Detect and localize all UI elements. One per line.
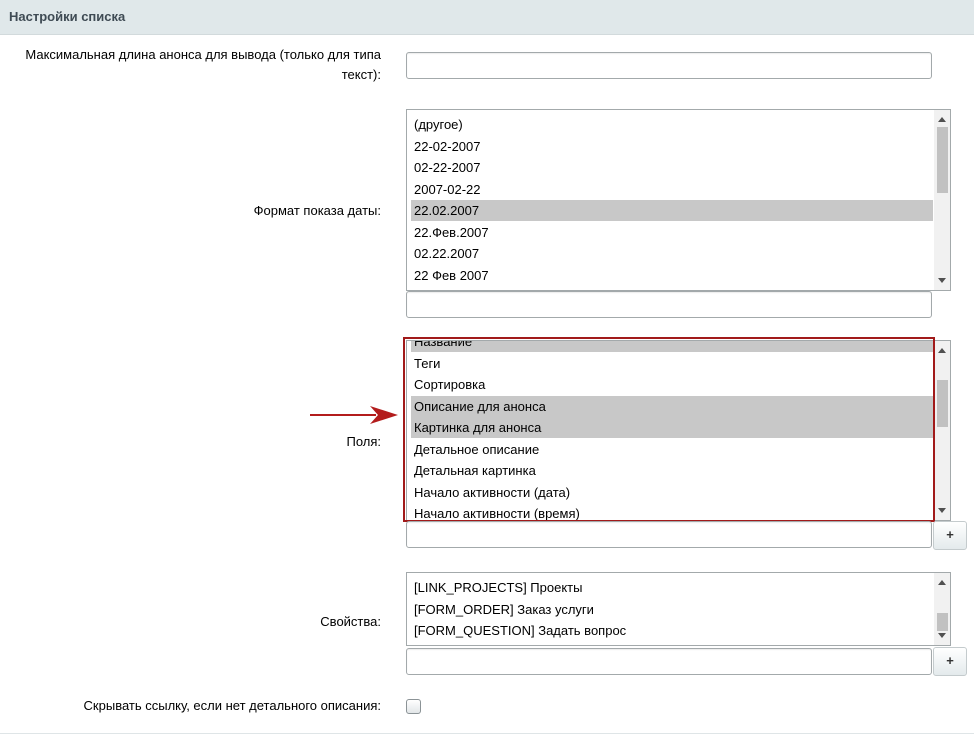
list-option[interactable]: (другое) (411, 114, 933, 135)
date-format-select[interactable]: 22 Фев 2007 02.22.2007 22.Фев.2007 22.02.20… (406, 109, 951, 291)
scroll-up-icon[interactable] (938, 348, 946, 353)
scroll-down-icon[interactable] (938, 508, 946, 513)
max-length-label: Максимальная длина анонса для вывода (то… (25, 47, 381, 82)
scroll-thumb[interactable] (937, 127, 948, 193)
scroll-up-icon[interactable] (938, 580, 946, 585)
properties-label: Свойства: (320, 614, 381, 629)
properties-scrollbar[interactable] (934, 573, 950, 645)
properties-select[interactable]: [FORM_QUESTION] Задать вопрос [FORM_ORDER… (406, 572, 951, 646)
list-option[interactable]: 22-02-2007 (411, 136, 933, 157)
fields-label: Поля: (346, 434, 381, 449)
list-option[interactable]: [FORM_ORDER] Заказ услуги (411, 599, 933, 620)
arrow-right-icon (310, 406, 398, 424)
divider (0, 733, 974, 734)
fields-input[interactable] (406, 521, 932, 548)
date-format-scrollbar[interactable] (934, 110, 950, 290)
list-option[interactable]: 02-22-2007 (411, 157, 933, 178)
list-option[interactable]: 02.22.2007 (411, 243, 933, 264)
section-title: Настройки списка (0, 0, 974, 35)
list-option[interactable]: 22 Фев 2007 (411, 265, 933, 286)
scroll-down-icon[interactable] (938, 633, 946, 638)
hide-link-label: Скрывать ссылку, если нет детального опи… (83, 698, 381, 713)
list-option[interactable]: [FORM_QUESTION] Задать вопрос (411, 620, 933, 641)
list-option[interactable]: 22.02.2007 (411, 200, 933, 221)
fields-add-button[interactable]: + (933, 521, 967, 550)
scroll-thumb[interactable] (937, 380, 948, 427)
list-option[interactable]: 22.Фев.2007 (411, 222, 933, 243)
scroll-up-icon[interactable] (938, 117, 946, 122)
date-format-custom-input[interactable] (406, 291, 932, 318)
scroll-down-icon[interactable] (938, 278, 946, 283)
scroll-thumb[interactable] (937, 613, 948, 631)
list-option[interactable]: 2007-02-22 (411, 179, 933, 200)
fields-scrollbar[interactable] (934, 341, 950, 520)
max-length-input[interactable] (406, 52, 932, 79)
fields-highlight-frame (403, 337, 935, 522)
hide-link-checkbox[interactable] (406, 699, 421, 714)
list-option[interactable]: [LINK_PROJECTS] Проекты (411, 577, 933, 598)
properties-add-button[interactable]: + (933, 647, 967, 676)
date-format-label: Формат показа даты: (253, 203, 381, 218)
properties-input[interactable] (406, 648, 932, 675)
